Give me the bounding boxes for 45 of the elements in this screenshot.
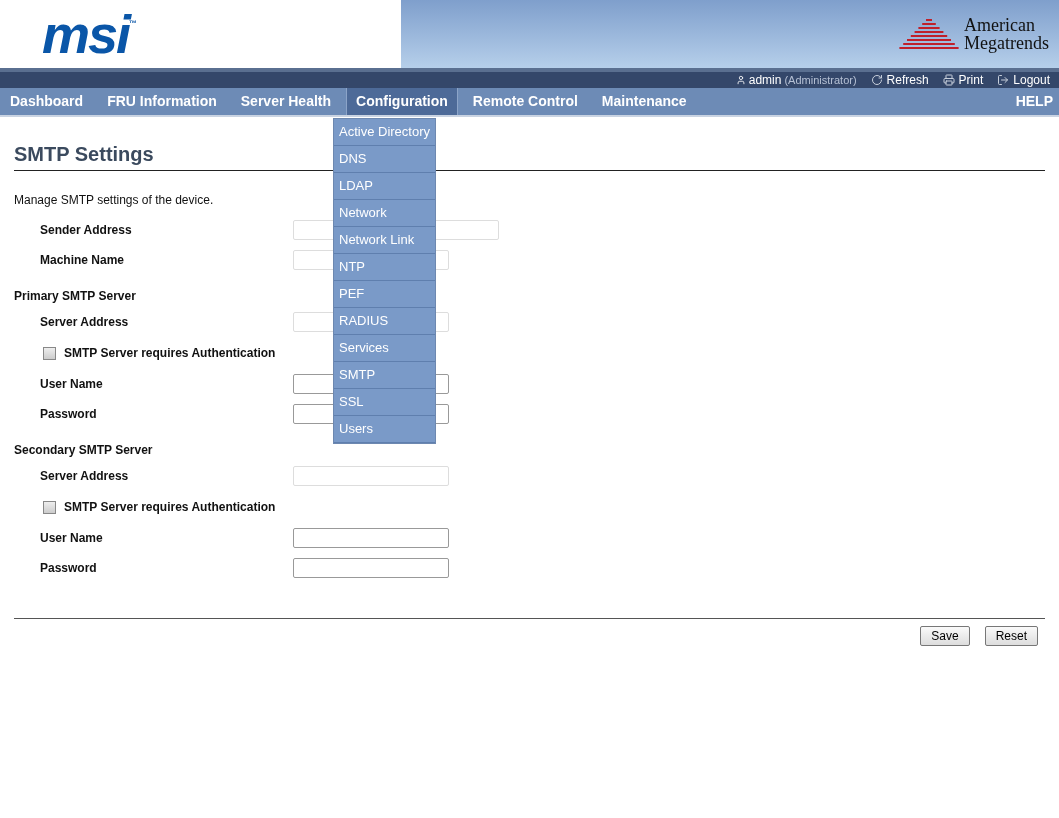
section-heading: Primary SMTP Server xyxy=(14,288,136,305)
user-icon xyxy=(735,75,746,85)
user-role: (Administrator) xyxy=(784,72,857,88)
checkbox[interactable] xyxy=(43,346,56,360)
toolbar-link[interactable]: Logout xyxy=(997,71,1050,89)
field-label: Server Address xyxy=(39,314,130,331)
field-label: Password xyxy=(39,406,98,423)
brand-logo: msi xyxy=(42,12,130,56)
toolbar-link[interactable]: Print xyxy=(942,71,984,89)
menu-item[interactable]: LDAP xyxy=(334,173,435,200)
nav-tab[interactable]: FRU Information xyxy=(98,88,226,115)
field-label: Server Address xyxy=(39,468,130,485)
field-label: User Name xyxy=(39,376,104,393)
vendor-logo-text: Megatrends xyxy=(964,34,1049,52)
field-label: Password xyxy=(39,560,98,577)
menu-item[interactable]: DNS xyxy=(334,146,435,173)
input-field[interactable] xyxy=(293,558,449,578)
input-field[interactable] xyxy=(293,528,449,548)
field-label: Sender Address xyxy=(39,222,133,239)
field-label: User Name xyxy=(39,530,104,547)
logout-icon xyxy=(997,74,1010,86)
form-button[interactable]: Reset xyxy=(984,626,1038,646)
user-name: admin xyxy=(748,72,782,89)
print-icon xyxy=(942,74,955,86)
toolbar-link[interactable]: Refresh xyxy=(870,71,929,89)
nav-tab[interactable]: Maintenance xyxy=(592,88,696,115)
checkbox[interactable] xyxy=(43,500,56,514)
form-button[interactable]: Save xyxy=(920,626,970,646)
page-description: Manage SMTP settings of the device. xyxy=(14,192,215,209)
page-title: SMTP Settings xyxy=(14,142,154,167)
checkbox-label: SMTP Server requires Authentication xyxy=(64,345,276,362)
vendor-logo-text: American xyxy=(964,16,1036,34)
menu-item[interactable]: Active Directory xyxy=(334,119,435,146)
help-link[interactable]: HELP xyxy=(1015,88,1059,115)
menu-item[interactable]: Services xyxy=(334,335,435,362)
nav-tab[interactable]: Server Health xyxy=(231,88,341,115)
nav-tab[interactable]: Remote Control xyxy=(463,88,587,115)
section-heading: Secondary SMTP Server xyxy=(14,442,153,459)
menu-item[interactable]: PEF xyxy=(334,281,435,308)
checkbox-label: SMTP Server requires Authentication xyxy=(64,499,276,516)
nav-tab[interactable]: Configuration xyxy=(346,88,458,115)
nav-tab[interactable]: Dashboard xyxy=(1,88,93,115)
refresh-icon xyxy=(870,74,883,86)
triangle-logo-icon xyxy=(898,17,960,51)
field-label: Machine Name xyxy=(39,252,126,269)
